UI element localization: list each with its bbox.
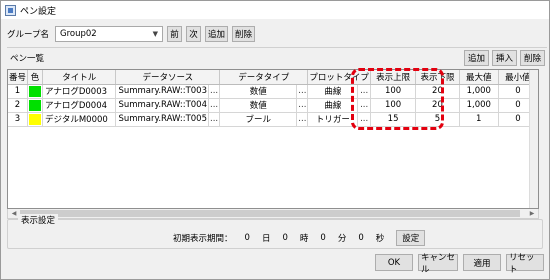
pen-list-title: ペン一覧 — [10, 54, 45, 64]
cell-title[interactable]: アナログD0004 — [42, 98, 117, 113]
group-row: グループ名 Group02 ▼ 前 次 追加 削除 — [7, 26, 256, 42]
cell-title[interactable]: アナログD0003 — [42, 84, 117, 99]
window-title: ペン設定 — [20, 6, 57, 17]
minutes-unit: 分 — [337, 234, 347, 244]
data-source-browse-button[interactable]: ... — [208, 98, 221, 113]
table-row[interactable]: 1 アナログD0003 Summary.RAW::T003 ... 数値 ...… — [8, 84, 538, 99]
data-source-browse-button[interactable]: ... — [208, 84, 221, 99]
cell-color[interactable] — [27, 84, 44, 99]
pen-settings-icon — [5, 4, 16, 16]
color-swatch[interactable] — [29, 85, 42, 97]
vertical-scrollbar[interactable] — [529, 70, 538, 208]
reset-button[interactable]: リセット — [506, 253, 544, 275]
color-swatch[interactable] — [29, 113, 42, 125]
cell-data-type[interactable]: 数値 — [219, 98, 298, 113]
color-swatch[interactable] — [29, 99, 42, 111]
ok-button[interactable]: OK — [375, 254, 413, 271]
table-header: 番号 色 タイトル データソース データタイプ プロットタイプ 表示上限 表示下… — [8, 70, 538, 85]
cell-number: 2 — [8, 98, 29, 113]
header-max[interactable]: 最大値 — [459, 70, 499, 85]
cell-data-type[interactable]: 数値 — [219, 84, 298, 99]
cell-max[interactable]: 1 — [459, 112, 499, 127]
chevron-down-icon[interactable]: ▼ — [153, 30, 158, 38]
hours-value[interactable]: 0 — [282, 233, 287, 243]
cell-title[interactable]: デジタルM0000 — [42, 112, 117, 127]
title-bar: ペン設定 — [1, 1, 549, 19]
delete-pen-button[interactable]: 削除 — [519, 50, 545, 66]
next-group-button[interactable]: 次 — [186, 26, 201, 42]
pen-settings-window: ペン設定 グループ名 Group02 ▼ 前 次 追加 削除 ペン一覧 追加 挿… — [0, 0, 550, 280]
initial-display-period: 初期表示期間： 0 日 0 時 0 分 0 秒 設定 — [173, 230, 437, 246]
cell-max[interactable]: 1,000 — [459, 84, 499, 99]
pen-grid[interactable]: 番号 色 タイトル データソース データタイプ プロットタイプ 表示上限 表示下… — [7, 69, 539, 209]
cell-color[interactable] — [27, 112, 44, 127]
hours-unit: 時 — [299, 234, 309, 244]
cell-data-type[interactable]: ブール — [219, 112, 298, 127]
minutes-value[interactable]: 0 — [320, 233, 325, 243]
apply-button[interactable]: 適用 — [463, 254, 501, 271]
data-type-browse-button[interactable]: ... — [296, 112, 309, 127]
header-title[interactable]: タイトル — [42, 70, 117, 85]
pen-table: 番号 色 タイトル データソース データタイプ プロットタイプ 表示上限 表示下… — [8, 70, 538, 127]
cell-number: 3 — [8, 112, 29, 127]
seconds-value[interactable]: 0 — [358, 233, 363, 243]
prev-group-button[interactable]: 前 — [167, 26, 182, 42]
insert-pen-button[interactable]: 挿入 — [491, 50, 517, 66]
cell-data-source[interactable]: Summary.RAW::T005 — [115, 112, 209, 127]
divider — [7, 47, 547, 48]
data-type-browse-button[interactable]: ... — [296, 84, 309, 99]
horizontal-scrollbar[interactable]: ◀ ▶ — [7, 209, 539, 219]
data-type-browse-button[interactable]: ... — [296, 98, 309, 113]
header-data-source[interactable]: データソース — [115, 70, 221, 85]
cell-color[interactable] — [27, 98, 44, 113]
period-label: 初期表示期間： — [173, 234, 233, 244]
days-value[interactable]: 0 — [245, 233, 250, 243]
pen-list-toolbar: 追加 挿入 削除 — [463, 50, 545, 66]
cancel-button[interactable]: キャンセル — [418, 253, 458, 275]
dialog-buttons: OK キャンセル 適用 リセット — [375, 253, 544, 275]
header-data-type[interactable]: データタイプ — [219, 70, 309, 85]
display-settings-legend: 表示設定 — [18, 214, 59, 226]
cell-max[interactable]: 1,000 — [459, 98, 499, 113]
cell-data-source[interactable]: Summary.RAW::T004 — [115, 98, 209, 113]
group-name-label: グループ名 — [7, 30, 49, 40]
seconds-unit: 秒 — [375, 234, 385, 244]
add-pen-button[interactable]: 追加 — [463, 50, 489, 66]
data-source-browse-button[interactable]: ... — [208, 112, 221, 127]
cell-number: 1 — [8, 84, 29, 99]
add-group-button[interactable]: 追加 — [205, 26, 229, 42]
delete-group-button[interactable]: 削除 — [232, 26, 256, 42]
header-color[interactable]: 色 — [27, 70, 44, 85]
group-name-combo[interactable]: Group02 ▼ — [55, 26, 163, 42]
scroll-right-icon[interactable]: ▶ — [527, 209, 537, 218]
display-limits-highlight — [351, 68, 444, 130]
scrollbar-thumb[interactable] — [20, 210, 520, 217]
table-row[interactable]: 2 アナログD0004 Summary.RAW::T004 ... 数値 ...… — [8, 98, 538, 113]
group-name-value: Group02 — [60, 29, 97, 39]
period-set-button[interactable]: 設定 — [396, 230, 426, 246]
table-row[interactable]: 3 デジタルM0000 Summary.RAW::T005 ... ブール ..… — [8, 112, 538, 127]
header-number[interactable]: 番号 — [8, 70, 29, 85]
days-unit: 日 — [261, 234, 271, 244]
cell-data-source[interactable]: Summary.RAW::T003 — [115, 84, 209, 99]
